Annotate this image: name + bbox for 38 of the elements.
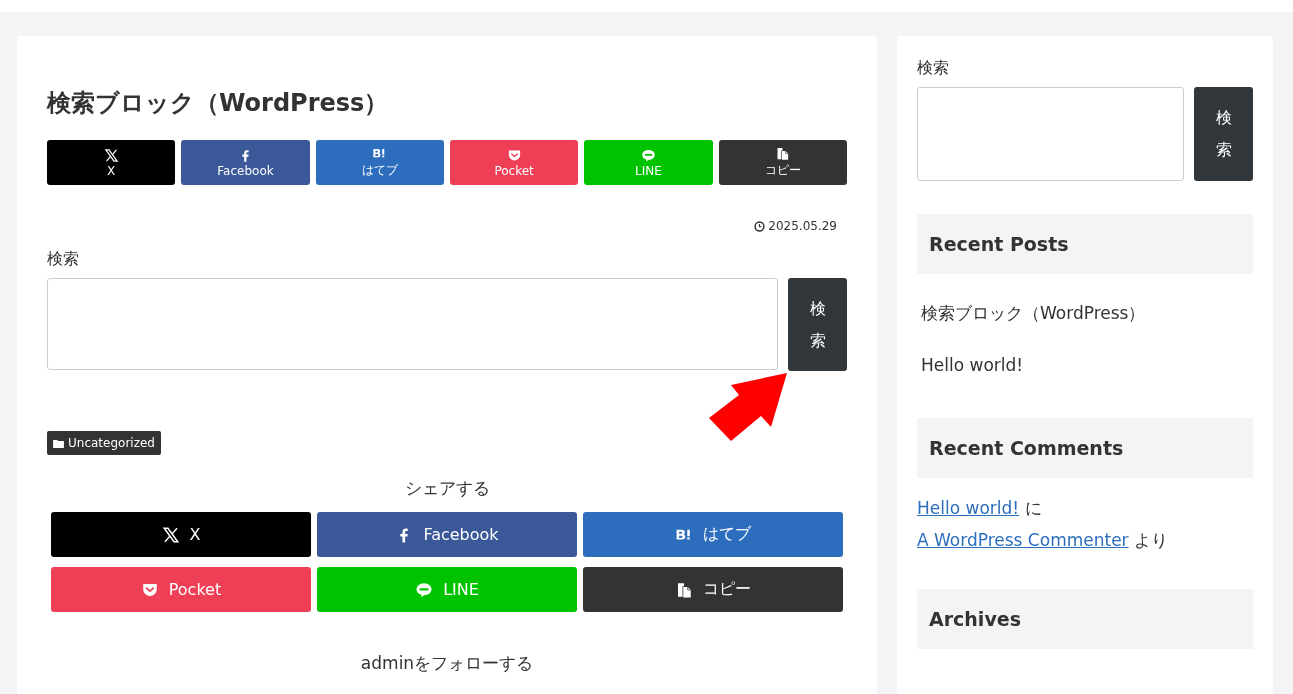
- post-link[interactable]: 検索ブロック（WordPress）: [921, 302, 1249, 325]
- category-badge[interactable]: Uncategorized: [47, 431, 161, 455]
- widget-title: Recent Posts: [917, 214, 1253, 274]
- search-field[interactable]: [917, 87, 1184, 181]
- post-date: 2025.05.29: [768, 219, 837, 233]
- share-button[interactable]: Pocket: [51, 567, 311, 612]
- share-button[interactable]: Facebook: [181, 140, 310, 185]
- post-link[interactable]: Hello world!: [917, 498, 1020, 518]
- arrow-icon: [709, 373, 789, 443]
- post-link[interactable]: Hello world!: [921, 355, 1249, 375]
- share-heading: シェアする: [403, 477, 491, 500]
- share-button[interactable]: コピー: [583, 567, 843, 612]
- share-button[interactable]: X: [47, 140, 176, 185]
- search-field[interactable]: [47, 278, 778, 370]
- share-button[interactable]: はてブ: [315, 140, 444, 185]
- clock-icon: [754, 220, 766, 232]
- search-label: 検索: [47, 249, 80, 270]
- follow-heading: adminをフォローする: [359, 652, 535, 675]
- share-button[interactable]: Facebook: [317, 512, 577, 557]
- share-button[interactable]: コピー: [718, 140, 847, 185]
- share-button[interactable]: はてブ: [583, 512, 843, 557]
- document-copy-icon: [775, 146, 791, 161]
- folder-icon: [53, 438, 64, 448]
- x-logo-icon: [161, 525, 180, 544]
- comment-text: Hello world! に A WordPress Commenter より: [917, 497, 1170, 552]
- document-copy-icon: [675, 580, 693, 599]
- speech-bubble-icon: [641, 147, 656, 163]
- author-link[interactable]: A WordPress Commenter: [917, 530, 1129, 550]
- x-logo-icon: [103, 147, 119, 163]
- share-button[interactable]: X: [51, 512, 311, 557]
- share-button[interactable]: Pocket: [450, 140, 579, 185]
- widget-title: Archives: [917, 589, 1253, 649]
- widget-title: Recent Comments: [917, 418, 1253, 478]
- search-button[interactable]: 検索: [788, 278, 847, 371]
- search-label: 検索: [917, 58, 950, 79]
- article-title: 検索ブロック（WordPress）: [47, 88, 390, 119]
- search-button[interactable]: 検索: [1194, 87, 1253, 181]
- speech-bubble-icon: [415, 580, 434, 599]
